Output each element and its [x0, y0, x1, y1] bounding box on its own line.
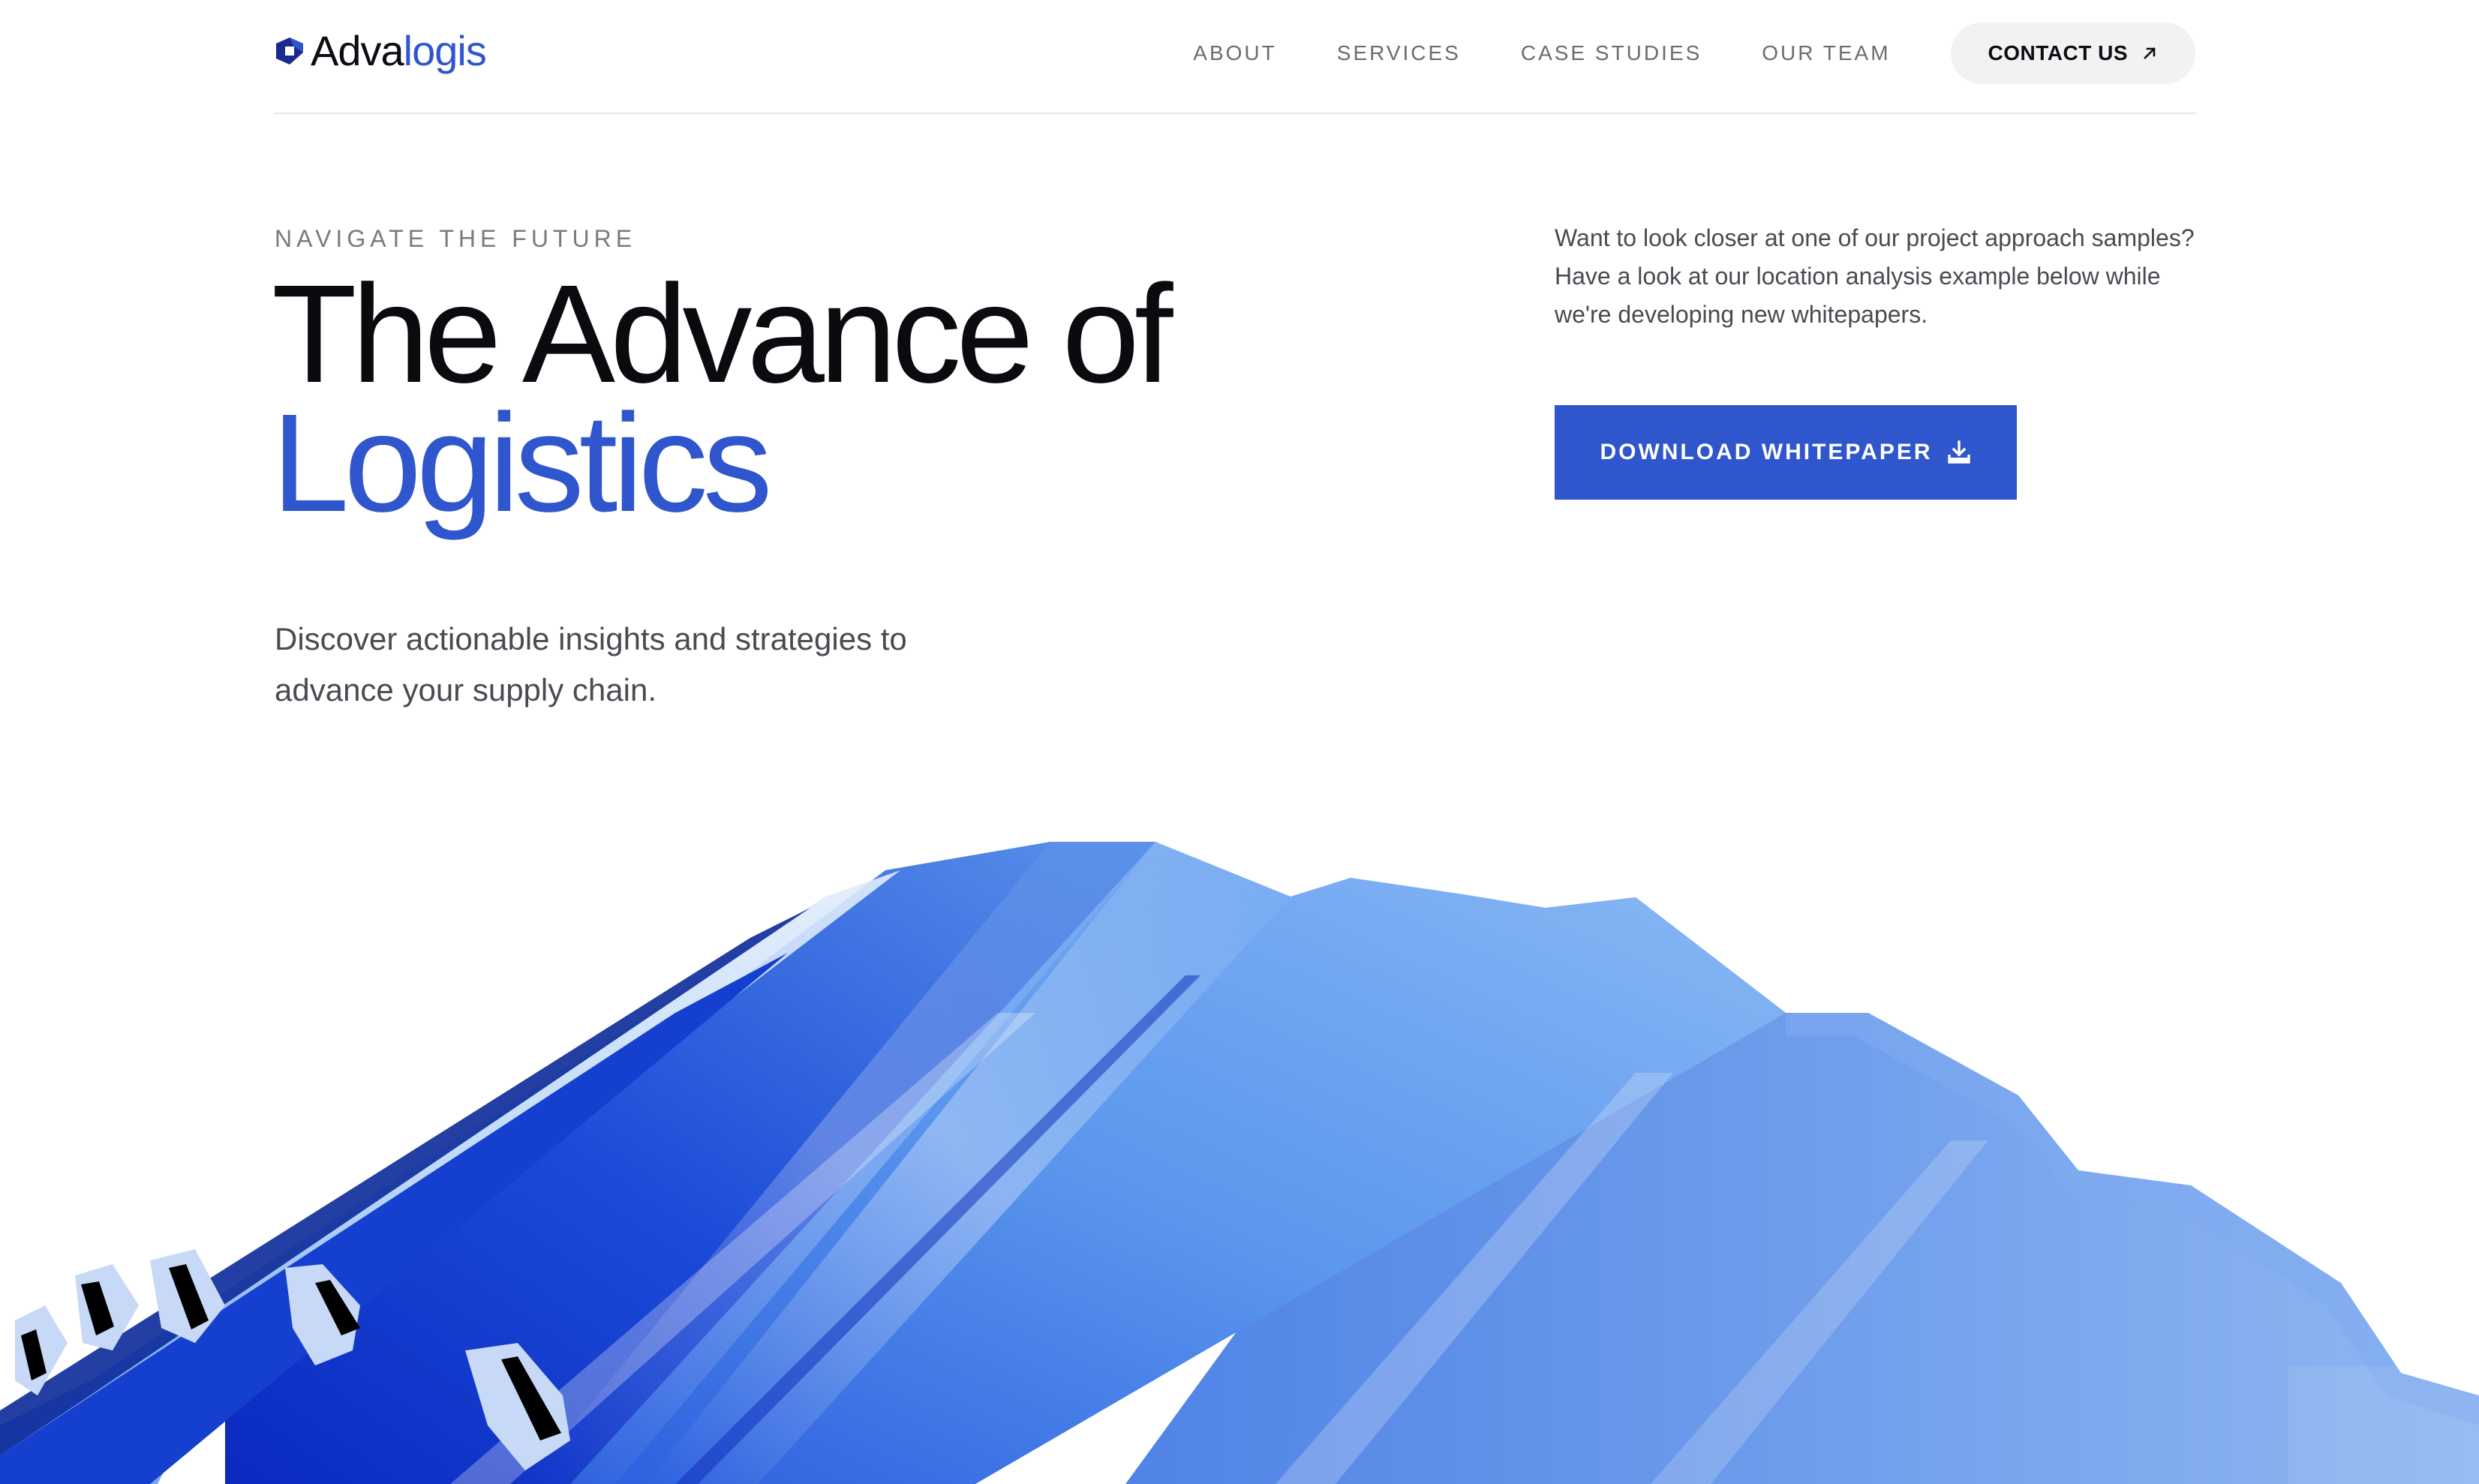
contact-us-label: CONTACT US [1988, 41, 2128, 65]
hero-headline: The Advance of Logistics [272, 257, 1173, 541]
brand-logo[interactable]: Advalogis [275, 27, 487, 74]
download-whitepaper-button[interactable]: DOWNLOAD WHITEPAPER [1555, 405, 2017, 500]
corrugated-blue-sheet-illustration [0, 842, 2479, 1484]
logo-mark-icon [276, 38, 303, 65]
download-icon [1947, 440, 1970, 464]
hero-eyebrow: NAVIGATE THE FUTURE [275, 225, 637, 252]
nav-item-our-team[interactable]: OUR TEAM [1762, 41, 1890, 65]
headline-line-1: The Advance of [272, 257, 1173, 412]
nav-item-services[interactable]: SERVICES [1337, 41, 1461, 65]
landing-page: Advalogis ABOUT SERVICES CASE STUDIES OU… [0, 0, 2479, 1484]
brand-name-part1: Adva [311, 27, 404, 74]
main-nav: ABOUT SERVICES CASE STUDIES OUR TEAM CON… [1193, 23, 2195, 84]
contact-us-button[interactable]: CONTACT US [1950, 23, 2195, 84]
hero-subtext: Discover actionable insights and strateg… [275, 621, 907, 707]
nav-item-case-studies[interactable]: CASE STUDIES [1521, 41, 1702, 65]
site-header: Advalogis ABOUT SERVICES CASE STUDIES OU… [275, 0, 2195, 114]
headline-line-2: Logistics [272, 386, 773, 541]
whitepaper-intro: Want to look closer at one of our projec… [1555, 224, 2195, 328]
download-whitepaper-label: DOWNLOAD WHITEPAPER [1600, 440, 1933, 464]
nav-item-about[interactable]: ABOUT [1193, 41, 1276, 65]
brand-wordmark: Advalogis [311, 27, 487, 74]
arrow-up-right-icon [2144, 47, 2156, 59]
brand-name-part2: logis [403, 27, 487, 74]
